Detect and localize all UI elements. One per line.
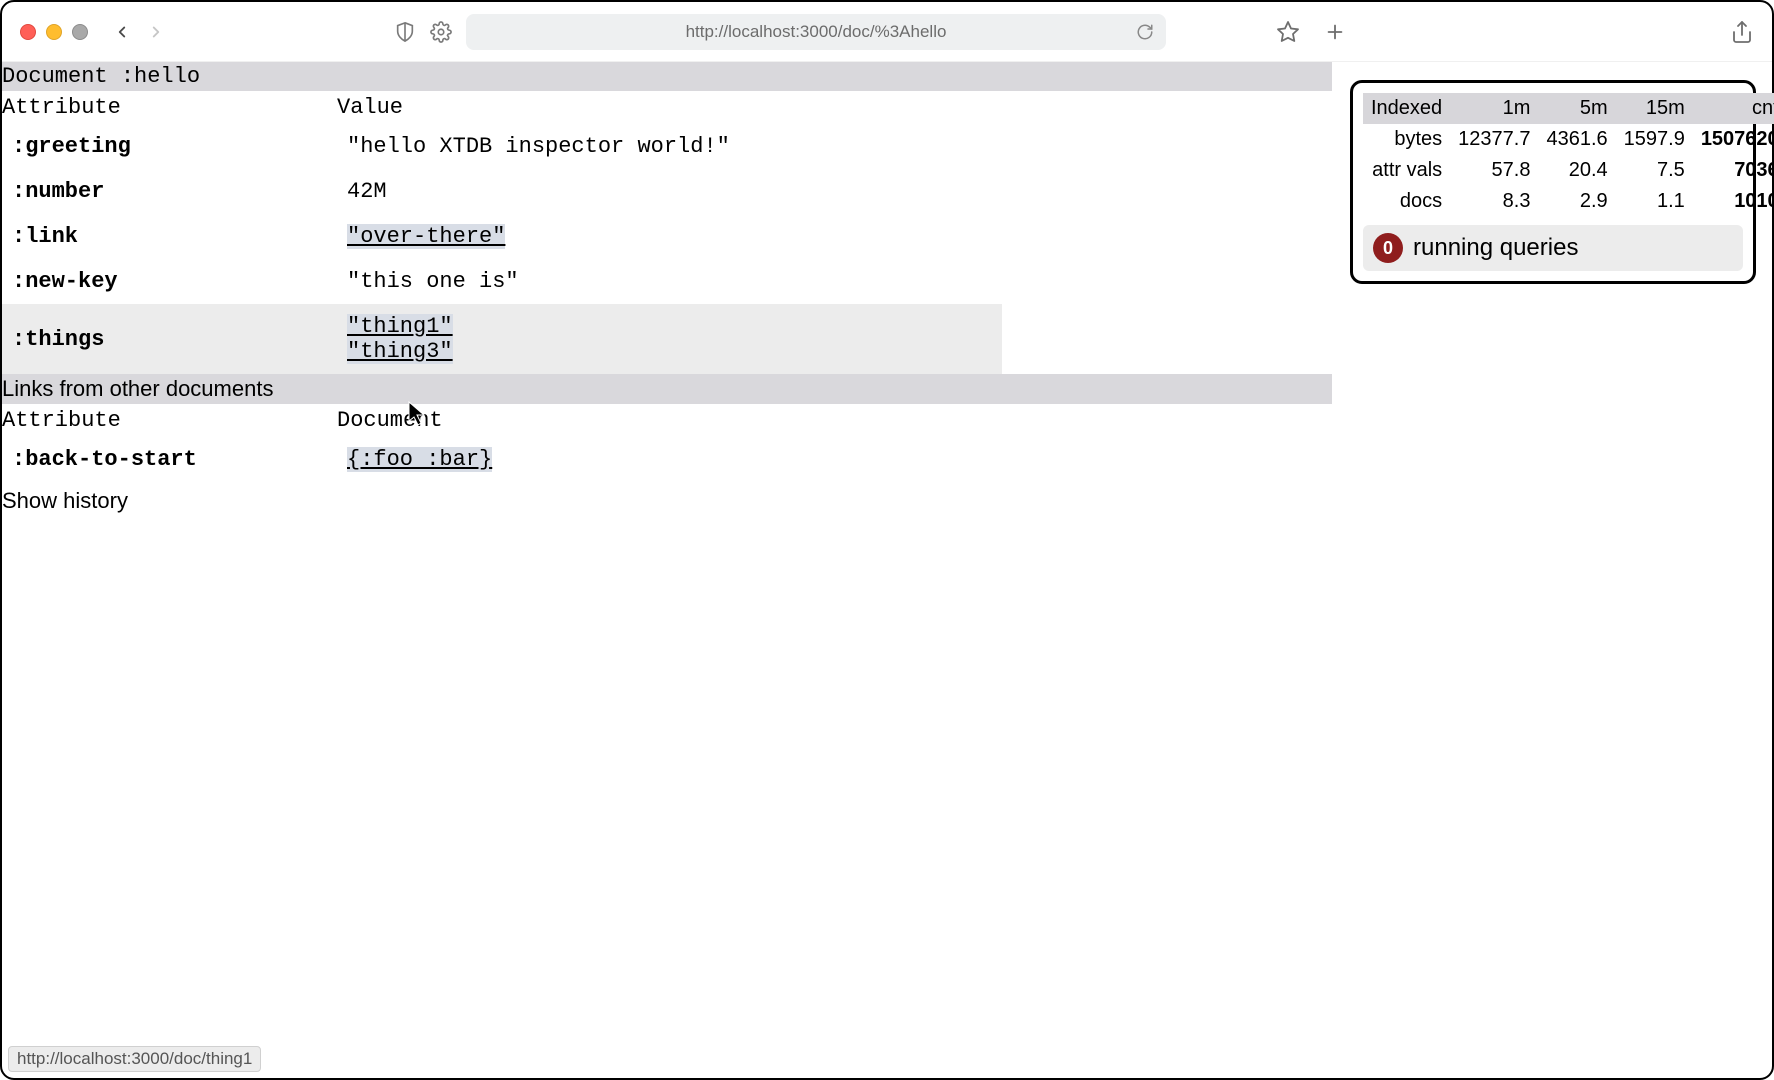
- show-history-link[interactable]: Show history: [2, 482, 1332, 514]
- attr-key: :greeting: [12, 134, 347, 159]
- val-header-label: Value: [337, 95, 1002, 120]
- settings-button[interactable]: [430, 21, 452, 43]
- page-content: Document :hello Attribute Value :greetin…: [2, 62, 1772, 1078]
- reload-icon: [1136, 23, 1154, 41]
- stats-label: attr vals: [1363, 155, 1450, 186]
- reload-button[interactable]: [1136, 23, 1154, 41]
- attributes-header-row: Attribute Value: [2, 91, 1002, 124]
- stats-header-row: Indexed 1m 5m 15m cnt: [1363, 93, 1774, 124]
- stats-col-1m: 1m: [1450, 93, 1538, 124]
- share-icon: [1730, 20, 1754, 44]
- gear-icon: [430, 21, 452, 43]
- stats-15m: 7.5: [1616, 155, 1693, 186]
- attr-row-number: :number 42M: [2, 169, 1002, 214]
- document-pane: Document :hello Attribute Value :greetin…: [2, 62, 1332, 514]
- stats-label: bytes: [1363, 124, 1450, 155]
- queries-label: running queries: [1413, 234, 1578, 262]
- backlinks-table: Attribute Document :back-to-start {:foo …: [2, 404, 1002, 482]
- share-button[interactable]: [1730, 20, 1754, 44]
- attr-key: :new-key: [12, 269, 347, 294]
- new-tab-button[interactable]: [1324, 21, 1346, 43]
- attr-key: :things: [12, 327, 347, 352]
- stats-cnt: 7036: [1693, 155, 1774, 186]
- stats-col-5m: 5m: [1538, 93, 1615, 124]
- doc-link-thing3[interactable]: "thing3": [347, 339, 453, 364]
- links-from-other-title: Links from other documents: [2, 374, 1332, 404]
- bookmark-button[interactable]: [1276, 20, 1300, 44]
- doc-link-over-there[interactable]: "over-there": [347, 224, 505, 249]
- attr-value: "this one is": [347, 269, 1002, 294]
- stats-5m: 2.9: [1538, 186, 1615, 217]
- document-title: Document :hello: [2, 62, 1332, 91]
- address-bar[interactable]: http://localhost:3000/doc/%3Ahello: [466, 14, 1166, 50]
- privacy-shield-button[interactable]: [394, 21, 416, 43]
- attr-key: :link: [12, 224, 347, 249]
- browser-toolbar: http://localhost:3000/doc/%3Ahello: [2, 2, 1772, 62]
- stats-row-bytes: bytes 12377.7 4361.6 1597.9 1507620: [1363, 124, 1774, 155]
- close-window-button[interactable]: [20, 24, 36, 40]
- url-text: http://localhost:3000/doc/%3Ahello: [686, 22, 947, 42]
- stats-row-attr-vals: attr vals 57.8 20.4 7.5 7036: [1363, 155, 1774, 186]
- attr-value: 42M: [347, 179, 1002, 204]
- backlink-key: :back-to-start: [12, 447, 347, 472]
- chevron-right-icon: [147, 23, 165, 41]
- star-icon: [1276, 20, 1300, 44]
- window-controls: [20, 24, 88, 40]
- plus-icon: [1324, 21, 1346, 43]
- back-button[interactable]: [112, 22, 132, 42]
- attributes-table: Attribute Value :greeting "hello XTDB in…: [2, 91, 1002, 374]
- attr-row-link: :link "over-there": [2, 214, 1002, 259]
- doc-link-thing1[interactable]: "thing1": [347, 314, 453, 339]
- stats-cnt: 1507620: [1693, 124, 1774, 155]
- attr-value: "hello XTDB inspector world!": [347, 134, 1002, 159]
- stats-col-15m: 15m: [1616, 93, 1693, 124]
- stats-1m: 8.3: [1450, 186, 1538, 217]
- stats-15m: 1.1: [1616, 186, 1693, 217]
- shield-icon: [394, 21, 416, 43]
- attr-row-things: :things "thing1" "thing3": [2, 304, 1002, 374]
- minimize-window-button[interactable]: [46, 24, 62, 40]
- doc-link-foo-bar[interactable]: {:foo :bar}: [347, 447, 492, 472]
- indexed-stats-table: Indexed 1m 5m 15m cnt bytes 12377.7 4361…: [1363, 93, 1774, 217]
- backlinks-attr-header: Attribute: [2, 408, 337, 433]
- attr-row-greeting: :greeting "hello XTDB inspector world!": [2, 124, 1002, 169]
- stats-15m: 1597.9: [1616, 124, 1693, 155]
- attr-header-label: Attribute: [2, 95, 337, 120]
- maximize-window-button[interactable]: [72, 24, 88, 40]
- forward-button[interactable]: [146, 22, 166, 42]
- queries-count-badge: 0: [1373, 233, 1403, 263]
- backlink-row: :back-to-start {:foo :bar}: [2, 437, 1002, 482]
- stats-cnt: 1010: [1693, 186, 1774, 217]
- stats-label: docs: [1363, 186, 1450, 217]
- stats-1m: 57.8: [1450, 155, 1538, 186]
- browser-window: http://localhost:3000/doc/%3Ahello Docum…: [0, 0, 1774, 1080]
- status-bar-link: http://localhost:3000/doc/thing1: [8, 1046, 261, 1072]
- stats-1m: 12377.7: [1450, 124, 1538, 155]
- stats-5m: 20.4: [1538, 155, 1615, 186]
- backlinks-doc-header: Document: [337, 408, 1002, 433]
- stats-5m: 4361.6: [1538, 124, 1615, 155]
- running-queries[interactable]: 0 running queries: [1363, 225, 1743, 271]
- backlinks-header-row: Attribute Document: [2, 404, 1002, 437]
- stats-row-docs: docs 8.3 2.9 1.1 1010: [1363, 186, 1774, 217]
- stats-col-cnt: cnt: [1693, 93, 1774, 124]
- stats-panel: Indexed 1m 5m 15m cnt bytes 12377.7 4361…: [1350, 80, 1756, 284]
- chevron-left-icon: [113, 23, 131, 41]
- attr-row-new-key: :new-key "this one is": [2, 259, 1002, 304]
- stats-col-indexed: Indexed: [1363, 93, 1450, 124]
- attr-key: :number: [12, 179, 347, 204]
